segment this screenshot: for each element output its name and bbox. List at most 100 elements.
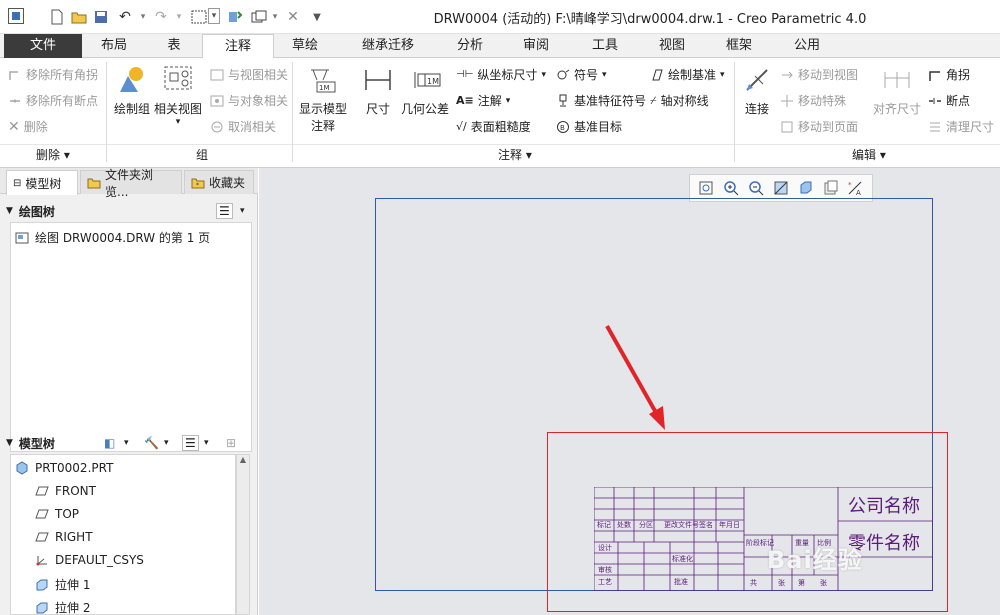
group-label-annotate[interactable]: 注释 ▾ [498, 146, 532, 163]
svg-text:B: B [560, 124, 565, 132]
tab-view[interactable]: 视图 [638, 34, 706, 58]
tree-item-extrude[interactable]: 拉伸 2 [35, 599, 90, 615]
move-to-page-button[interactable]: 移动到页面 [780, 118, 858, 135]
draw-group-icon [120, 67, 143, 92]
breakpoint-button[interactable]: 断点 [928, 92, 970, 109]
collapse-icon[interactable]: ▼ [6, 206, 13, 216]
related-view-button[interactable]: 相关视图 ▾ [154, 64, 202, 127]
svg-text:*: * [848, 181, 852, 189]
ordinate-dimension-dropdown-icon[interactable]: ▾ [541, 70, 546, 80]
model-tree-display-dropdown-icon[interactable]: ▾ [124, 438, 129, 448]
model-tree-settings-dropdown-icon[interactable]: ▾ [204, 438, 209, 448]
extrude-icon [36, 602, 48, 613]
saved-views-icon[interactable] [822, 179, 840, 197]
title-block-highlight [547, 432, 948, 612]
svg-text:A: A [856, 189, 861, 196]
symbol-button[interactable]: 符号 ▾ [556, 66, 607, 83]
datum-target-button[interactable]: B 基准目标 [556, 118, 622, 135]
drawing-tree-header[interactable]: ▼ 绘图树 ☰ ▾ [6, 198, 252, 224]
model-tree-header[interactable]: ▼ 模型树 ◧ ▾ 🔨 ▾ ☰ ▾ ⊞ [6, 430, 252, 456]
tree-item-part[interactable]: PRT0002.PRT [15, 461, 113, 475]
tab-analysis[interactable]: 分析 [440, 34, 500, 58]
tab-review[interactable]: 审阅 [500, 34, 572, 58]
tab-favorites[interactable]: * 收藏夹 [184, 170, 254, 194]
remove-all-corners-button[interactable]: 移除所有角拐 [8, 66, 98, 83]
drawing-tree-dropdown-icon[interactable]: ▾ [240, 206, 245, 216]
tab-frame[interactable]: 框架 [706, 34, 772, 58]
surface-finish-button[interactable]: √/ 表面粗糙度 [456, 118, 531, 135]
breakpoint-icon [929, 97, 941, 104]
dimension-button[interactable]: 尺寸 [360, 64, 396, 117]
drawing-tree-settings-icon[interactable]: ☰ [216, 203, 233, 219]
remove-all-breakpoints-button[interactable]: 移除所有断点 [8, 92, 98, 109]
relate-to-object-button[interactable]: 与对象相关 [210, 92, 288, 109]
group-label-edit[interactable]: 编辑 ▾ [852, 146, 886, 163]
zoom-in-icon[interactable] [722, 179, 740, 197]
clean-dimensions-button[interactable]: 清理尺寸 [928, 118, 994, 135]
geometric-tolerance-button[interactable]: 1M 几何公差 [400, 64, 450, 117]
draw-datum-button[interactable]: 绘制基准 ▾ [650, 66, 725, 83]
connect-button[interactable]: 连接 [738, 64, 776, 117]
zoom-out-icon[interactable] [747, 179, 765, 197]
delete-button[interactable]: ✕ 删除 [8, 118, 48, 135]
tree-item-datum-plane[interactable]: RIGHT [35, 530, 93, 544]
relate-to-view-button[interactable]: 与视图相关 [210, 66, 288, 83]
tab-common[interactable]: 公用 [772, 34, 842, 58]
window-title: DRW0004 (活动的) F:\晴峰学习\drw0004.drw.1 - Cr… [433, 12, 867, 27]
model-tree-settings-icon[interactable]: ☰ [182, 435, 199, 451]
model-tree-display-icon[interactable]: ◧ [104, 436, 115, 450]
display-style-icon[interactable] [797, 179, 815, 197]
drawing-tree: 绘图 DRW0004.DRW 的第 1 页 [10, 222, 252, 452]
move-special-icon [781, 94, 793, 107]
draw-group-button[interactable]: 绘制组 [112, 64, 152, 117]
list-item[interactable]: 绘图 DRW0004.DRW 的第 1 页 [15, 229, 210, 246]
annotation-display-icon[interactable]: * A [846, 179, 864, 197]
tree-item-extrude[interactable]: 拉伸 1 [35, 576, 90, 593]
tab-legacy-migration[interactable]: 继承迁移 [336, 34, 440, 58]
graphics-area[interactable]: * A 标记 处数 分区 更改文件号 签名 年月日 设计 审核 工艺 标准化 批… [259, 168, 1000, 615]
corner-icon [9, 70, 18, 80]
model-tree-tools-icon[interactable]: 🔨 [144, 436, 159, 450]
repaint-icon[interactable] [772, 179, 790, 197]
note-dropdown-icon[interactable]: ▾ [506, 96, 511, 106]
tab-model-tree[interactable]: ⊟ 模型树 [6, 170, 78, 195]
ordinate-dimension-button[interactable]: ⊣⊢ 纵坐标尺寸 ▾ [456, 66, 546, 83]
model-tree-scrollbar[interactable]: ▲ [236, 454, 250, 615]
draw-datum-dropdown-icon[interactable]: ▾ [720, 70, 725, 80]
note-button[interactable]: A≡ 注解 ▾ [456, 92, 510, 109]
navigator-panel: ⊟ 模型树 文件夹浏览... * 收藏夹 ▼ 绘图树 ☰ ▾ 绘图 DRW000… [0, 168, 258, 615]
tab-file[interactable]: 文件 [4, 34, 82, 58]
model-tree-filter-icon[interactable]: ⊞ [226, 436, 236, 450]
unrelate-button[interactable]: 取消相关 [210, 118, 276, 135]
align-dimensions-button[interactable]: 对齐尺寸 [870, 64, 924, 117]
refit-icon[interactable] [697, 179, 715, 197]
tab-annotate[interactable]: 注释 [202, 34, 274, 59]
model-tree-tools-dropdown-icon[interactable]: ▾ [164, 438, 169, 448]
tab-table[interactable]: 表 [146, 34, 202, 58]
move-special-button[interactable]: 移动特殊 [780, 92, 846, 109]
tab-layout[interactable]: 布局 [82, 34, 146, 58]
collapse-icon[interactable]: ▼ [6, 438, 13, 448]
drawing-sheet-icon [15, 232, 29, 243]
tab-tools[interactable]: 工具 [572, 34, 638, 58]
tab-sketch[interactable]: 草绘 [274, 34, 336, 58]
connect-icon [746, 69, 768, 91]
breakpoint-icon [10, 99, 20, 102]
group-label-group: 组 [196, 148, 209, 162]
tree-item-datum-plane[interactable]: TOP [35, 507, 79, 521]
corner-button[interactable]: 角拐 [928, 66, 970, 83]
tab-folder-browser[interactable]: 文件夹浏览... [80, 168, 182, 199]
group-label-delete[interactable]: 删除 ▾ [36, 146, 70, 163]
move-to-view-button[interactable]: 移动到视图 [780, 66, 858, 83]
show-model-annotation-button[interactable]: 1M 显示模型 注释 [298, 64, 348, 134]
model-tree: PRT0002.PRT FRONT TOP RIGHT DEFAULT_CSYS… [10, 454, 236, 615]
scroll-up-icon[interactable]: ▲ [237, 455, 249, 464]
related-view-dropdown-icon[interactable]: ▾ [154, 117, 202, 127]
symbol-dropdown-icon[interactable]: ▾ [602, 70, 607, 80]
datum-feature-symbol-button[interactable]: 基准特征符号 [556, 92, 646, 109]
tree-item-datum-plane[interactable]: FRONT [35, 484, 96, 498]
axis-symmetry-line-button[interactable]: ⌿ 轴对称线 [650, 92, 709, 109]
datum-feature-icon [559, 94, 567, 106]
tree-item-coordinate-system[interactable]: DEFAULT_CSYS [35, 553, 144, 567]
draw-datum-icon [652, 69, 663, 80]
